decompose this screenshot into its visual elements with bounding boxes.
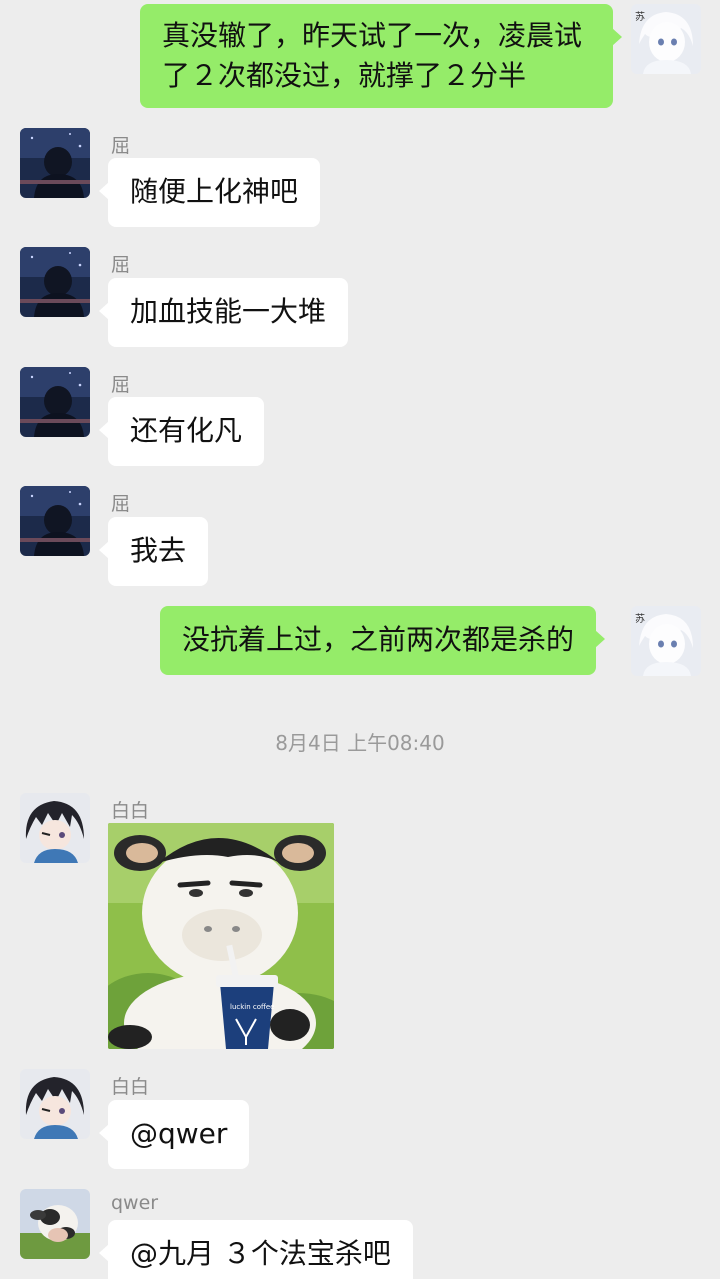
cup-text: luckin coffee	[230, 1003, 274, 1011]
message-bubble[interactable]: 我去	[98, 517, 209, 586]
sender-avatar-baibai[interactable]	[20, 793, 90, 863]
message-bubble-self[interactable]: 没抗着上过，之前两次都是杀的	[160, 606, 606, 675]
message-bubble[interactable]: 加血技能一大堆	[98, 278, 349, 347]
message-bubble[interactable]: 还有化凡	[98, 397, 265, 466]
sender-name: 屈	[111, 374, 131, 396]
sender-name: 屈	[111, 493, 131, 515]
cow-drinking-coffee-sticker[interactable]: luckin coffee	[108, 823, 334, 1049]
message-text: 加血技能一大堆	[130, 295, 327, 328]
message-text-line: 真没辙了，昨天试了一次，凌晨试	[162, 19, 583, 52]
message-text: 随便上化神吧	[130, 175, 299, 208]
sender-name: 白白	[111, 1076, 150, 1098]
message-bubble[interactable]: 随便上化神吧	[98, 158, 321, 227]
message-text: 没抗着上过，之前两次都是杀的	[182, 623, 575, 656]
message-text: @qwer	[130, 1117, 228, 1150]
message-text: @九月 ３个法宝杀吧	[130, 1237, 391, 1270]
sender-name: 白白	[111, 800, 150, 822]
sender-name: 屈	[111, 135, 131, 157]
sender-avatar-qu[interactable]	[20, 486, 90, 556]
message-text-line: 了２次都没过，就撑了２分半	[162, 59, 527, 92]
sender-name: 屈	[111, 254, 131, 276]
sender-avatar-qwer[interactable]	[20, 1189, 90, 1259]
self-avatar[interactable]: 苏	[631, 606, 701, 676]
message-text: 还有化凡	[130, 414, 243, 447]
sender-avatar-qu[interactable]	[20, 128, 90, 198]
chat-timestamp: 8月4日 上午08:40	[275, 731, 445, 755]
message-bubble-self[interactable]: 真没辙了，昨天试了一次，凌晨试 了２次都没过，就撑了２分半	[140, 4, 622, 108]
message-text: 我去	[130, 534, 187, 567]
message-bubble[interactable]: @qwer	[98, 1100, 250, 1169]
sender-avatar-baibai[interactable]	[20, 1069, 90, 1139]
message-bubble[interactable]: @九月 ３个法宝杀吧	[99, 1220, 413, 1279]
self-avatar[interactable]: 苏	[631, 4, 701, 74]
avatar-text: 苏	[635, 612, 645, 625]
sender-avatar-qu[interactable]	[20, 247, 90, 317]
avatar-text: 苏	[635, 10, 645, 23]
sender-avatar-qu[interactable]	[20, 367, 90, 437]
sender-name: qwer	[111, 1192, 159, 1214]
